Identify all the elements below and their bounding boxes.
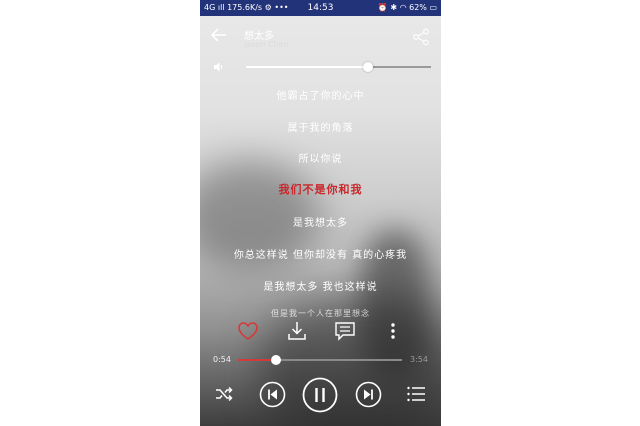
lyric-line: 是我想太多 我也这样说 [263,282,378,293]
comment-icon[interactable] [334,320,356,342]
lyric-line: 他霸占了你的心中 [276,91,365,102]
pause-icon[interactable] [302,377,338,413]
next-icon[interactable] [355,381,382,408]
lyric-line: 你总这样说 但你却没有 真的心疼我 [233,250,408,261]
volume-thumb[interactable] [363,62,374,72]
player-screen: 4G ıll 175.6K/s ⚙ ••• 14:53 ⏰ ✱ ◠ 62% ▭ … [200,0,441,426]
progress-thumb[interactable] [270,355,281,365]
volume-slider[interactable] [246,62,431,72]
progress-bar[interactable] [238,355,402,365]
battery-percent: 62% [409,3,427,12]
playlist-icon[interactable] [406,385,426,403]
previous-icon[interactable] [259,381,286,408]
elapsed-time: 0:54 [213,355,231,364]
lyric-line: 属于我的角落 [287,123,354,134]
lyric-line-active: 我们不是你和我 [278,183,363,196]
wifi-icon: ◠ [399,3,407,12]
artist-name: Jason Chen [244,40,289,49]
more-vertical-icon[interactable] [382,320,404,342]
download-icon[interactable] [286,320,308,342]
battery-icon: ▭ [429,3,437,12]
status-bar: 4G ıll 175.6K/s ⚙ ••• 14:53 ⏰ ✱ ◠ 62% ▭ [200,0,441,16]
heart-icon[interactable] [237,320,259,342]
status-right: ⏰ ✱ ◠ 62% ▭ [378,0,437,16]
shuffle-icon[interactable] [214,384,234,404]
volume-fill [246,66,369,68]
share-icon[interactable] [412,28,430,46]
total-time: 3:54 [410,355,428,364]
mute-icon: ✱ [390,3,398,12]
speaker-icon[interactable] [213,61,225,73]
lyric-line: 是我想太多 [293,218,348,229]
arrow-left-icon[interactable] [210,26,228,44]
alarm-icon: ⏰ [377,3,388,12]
lyric-line: 所以你说 [298,154,343,165]
lyric-line: 但是我一个人在那里想念 [271,309,370,318]
